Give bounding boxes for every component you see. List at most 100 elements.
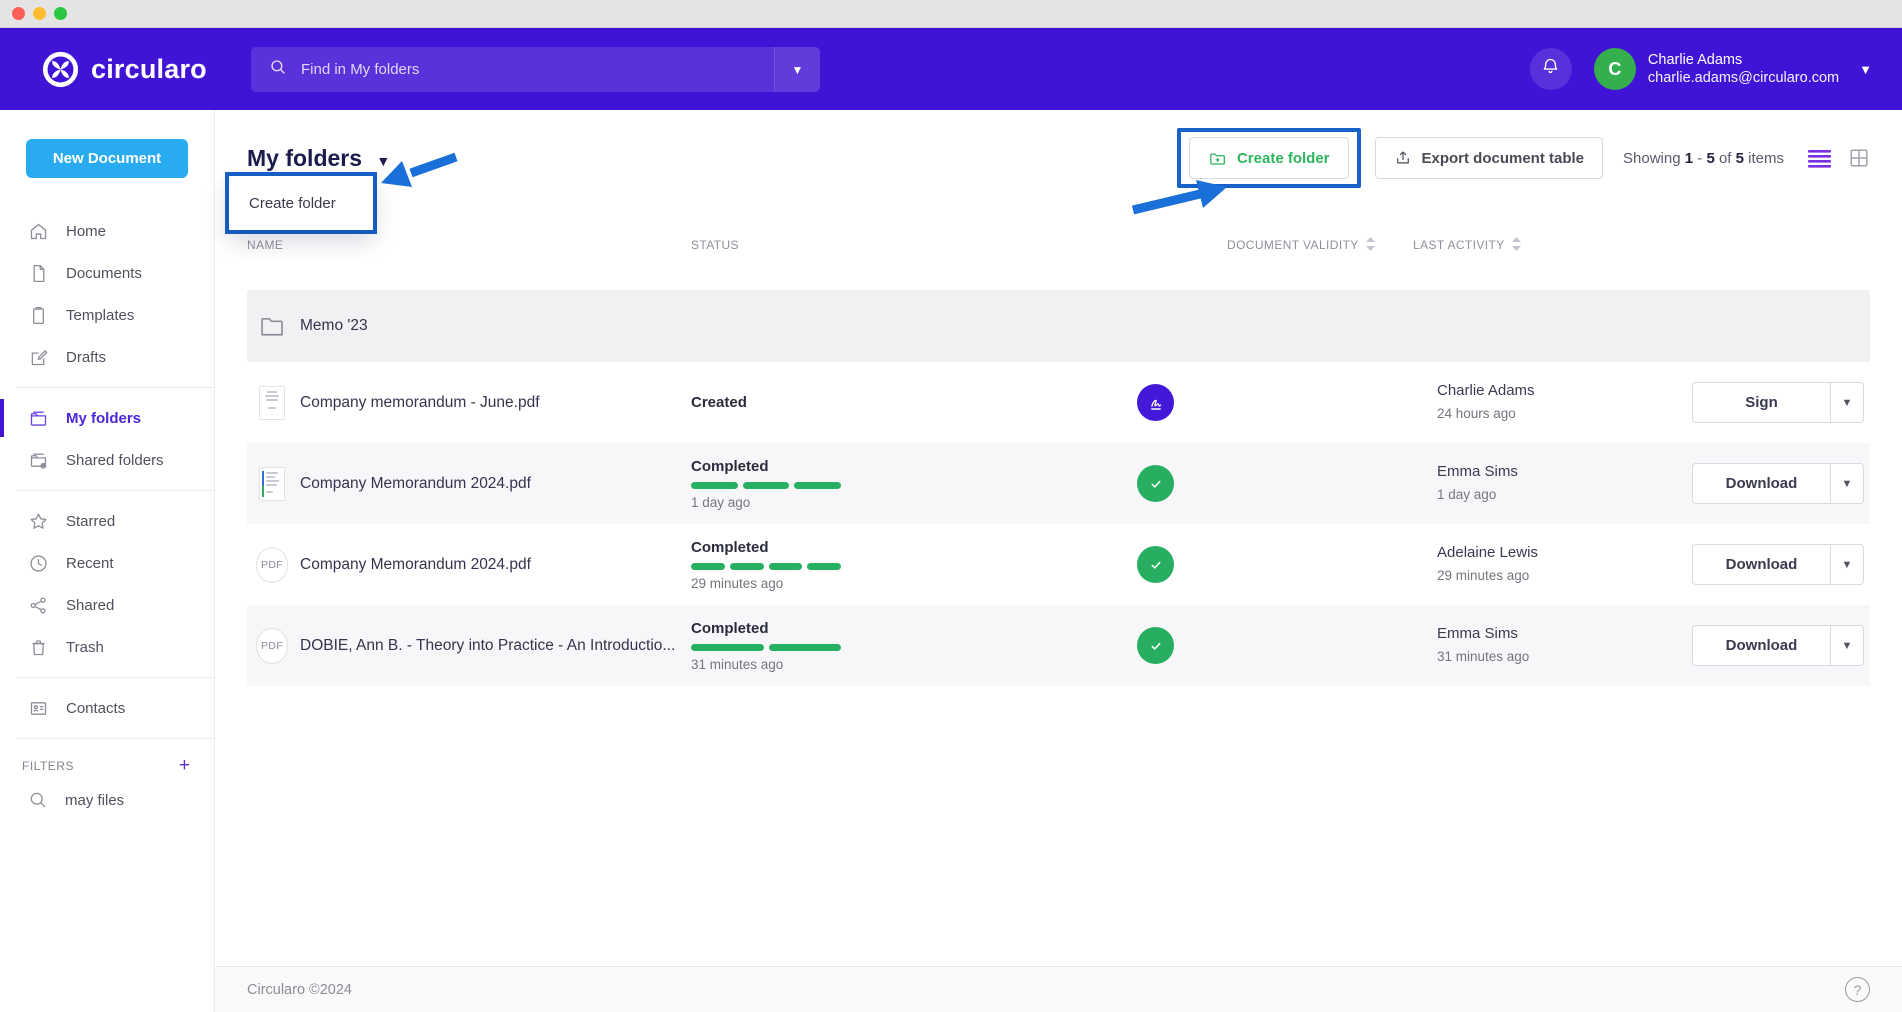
chevron-down-icon: ▼ (792, 63, 804, 77)
sidebar-item-label: Contacts (66, 700, 125, 717)
download-button[interactable]: Download (1692, 544, 1830, 585)
table-row[interactable]: Company memorandum - June.pdf Created Ch… (247, 362, 1870, 443)
export-document-table-button[interactable]: Export document table (1375, 137, 1604, 179)
column-header-last-activity[interactable]: LAST ACTIVITY (1401, 237, 1691, 254)
progress-bar (691, 482, 841, 489)
document-name: Company Memorandum 2024.pdf (300, 556, 531, 574)
activity-time: 29 minutes ago (1437, 568, 1691, 584)
divider (16, 490, 214, 491)
action-dropdown-button[interactable]: ▼ (1830, 625, 1864, 666)
page-title-dropdown[interactable]: My folders ▼ (247, 145, 390, 172)
pdf-file-icon: PDF (256, 628, 288, 664)
chevron-down-icon: ▼ (1859, 62, 1872, 77)
sidebar-item-home[interactable]: Home (0, 210, 214, 252)
create-folder-button[interactable]: Create folder (1189, 137, 1349, 179)
table-row[interactable]: PDF Company Memorandum 2024.pdf Complete… (247, 524, 1870, 605)
main-content: My folders ▼ Create folder Expo (215, 110, 1902, 1012)
page-title: My folders (247, 145, 362, 171)
sidebar-item-shared-folders[interactable]: Shared folders (0, 439, 214, 481)
sidebar-item-recent[interactable]: Recent (0, 542, 214, 584)
results-count: Showing 1 - 5 of 5 items (1623, 150, 1784, 167)
status-label: Completed (691, 539, 1121, 556)
document-icon (28, 263, 49, 284)
progress-bar (691, 563, 841, 570)
table-header: NAME STATUS DOCUMENT VALIDITY LAST ACTIV… (247, 236, 1870, 254)
sort-icon[interactable] (1512, 237, 1521, 254)
folder-row[interactable]: Memo '23 (247, 290, 1870, 362)
action-dropdown-button[interactable]: ▼ (1830, 463, 1864, 504)
list-view-icon[interactable] (1808, 149, 1831, 168)
document-name: Company Memorandum 2024.pdf (300, 475, 531, 493)
user-menu[interactable]: C Charlie Adams charlie.adams@circularo.… (1594, 48, 1872, 90)
status-time: 1 day ago (691, 495, 1121, 510)
folder-name: Memo '23 (300, 317, 368, 335)
sidebar-item-starred[interactable]: Starred (0, 500, 214, 542)
saved-filter-may-files[interactable]: may files (0, 779, 214, 821)
pdf-file-icon: PDF (256, 547, 288, 583)
search-bar: ▼ (251, 47, 820, 92)
sidebar-item-templates[interactable]: Templates (0, 294, 214, 336)
column-header-name: NAME (247, 238, 691, 252)
home-icon (28, 221, 49, 242)
add-filter-button[interactable]: + (179, 756, 190, 775)
sort-icon[interactable] (1366, 237, 1375, 254)
sidebar-item-label: Starred (66, 513, 115, 530)
chevron-down-icon: ▼ (1842, 559, 1853, 571)
action-dropdown-button[interactable]: ▼ (1830, 382, 1864, 423)
sidebar-item-label: Shared (66, 597, 114, 614)
new-document-button[interactable]: New Document (26, 139, 188, 178)
signature-badge-icon (1137, 384, 1174, 421)
sidebar-item-shared[interactable]: Shared (0, 584, 214, 626)
minimize-window-button[interactable] (33, 7, 46, 20)
search-icon (269, 58, 287, 81)
column-header-status: STATUS (691, 238, 1121, 252)
sidebar-item-trash[interactable]: Trash (0, 626, 214, 668)
activity-time: 31 minutes ago (1437, 649, 1691, 665)
user-email: charlie.adams@circularo.com (1648, 69, 1839, 87)
table-row[interactable]: Company Memorandum 2024.pdf Completed 1 … (247, 443, 1870, 524)
zoom-window-button[interactable] (54, 7, 67, 20)
brand-logo[interactable]: circularo (42, 51, 207, 88)
action-dropdown-button[interactable]: ▼ (1830, 544, 1864, 585)
sidebar-item-drafts[interactable]: Drafts (0, 336, 214, 378)
search-scope-dropdown[interactable]: ▼ (774, 47, 820, 92)
annotation-highlight-box: Create folder (225, 172, 377, 234)
search-input[interactable] (301, 61, 774, 78)
menu-item-create-folder[interactable]: Create folder (249, 195, 336, 212)
download-button[interactable]: Download (1692, 463, 1830, 504)
filters-heading: FILTERS (22, 759, 74, 773)
folder-icon (28, 408, 49, 429)
circularo-clover-icon (42, 51, 79, 88)
sign-button[interactable]: Sign (1692, 382, 1830, 423)
sidebar-item-contacts[interactable]: Contacts (0, 687, 214, 729)
sidebar-item-documents[interactable]: Documents (0, 252, 214, 294)
chevron-down-icon: ▼ (1842, 478, 1853, 490)
sidebar-item-label: My folders (66, 410, 141, 427)
footer: Circularo ©2024 ? (215, 966, 1902, 1012)
sidebar-item-label: Home (66, 223, 106, 240)
bell-icon (1540, 56, 1561, 82)
shared-folder-icon (28, 450, 49, 471)
check-badge-icon (1137, 465, 1174, 502)
help-button[interactable]: ? (1845, 977, 1870, 1002)
download-button[interactable]: Download (1692, 625, 1830, 666)
app-header: circularo ▼ (0, 28, 1902, 110)
table-row[interactable]: PDF DOBIE, Ann B. - Theory into Practice… (247, 605, 1870, 686)
export-label: Export document table (1422, 150, 1585, 167)
activity-user: Emma Sims (1437, 463, 1691, 481)
sidebar-item-my-folders[interactable]: My folders (0, 397, 214, 439)
grid-view-icon[interactable] (1848, 147, 1870, 169)
chevron-down-icon: ▼ (1842, 397, 1853, 409)
status-label: Created (691, 394, 1121, 411)
column-header-document-validity[interactable]: DOCUMENT VALIDITY (1121, 237, 1401, 254)
export-icon (1394, 149, 1412, 167)
sidebar-item-label: Recent (66, 555, 114, 572)
macos-titlebar (0, 0, 1902, 28)
notifications-button[interactable] (1530, 48, 1572, 90)
close-window-button[interactable] (12, 7, 25, 20)
annotation-highlight-box: Create folder (1177, 128, 1361, 188)
activity-time: 24 hours ago (1437, 406, 1691, 422)
avatar: C (1594, 48, 1636, 90)
divider (16, 677, 214, 678)
chevron-down-icon: ▼ (376, 153, 390, 169)
